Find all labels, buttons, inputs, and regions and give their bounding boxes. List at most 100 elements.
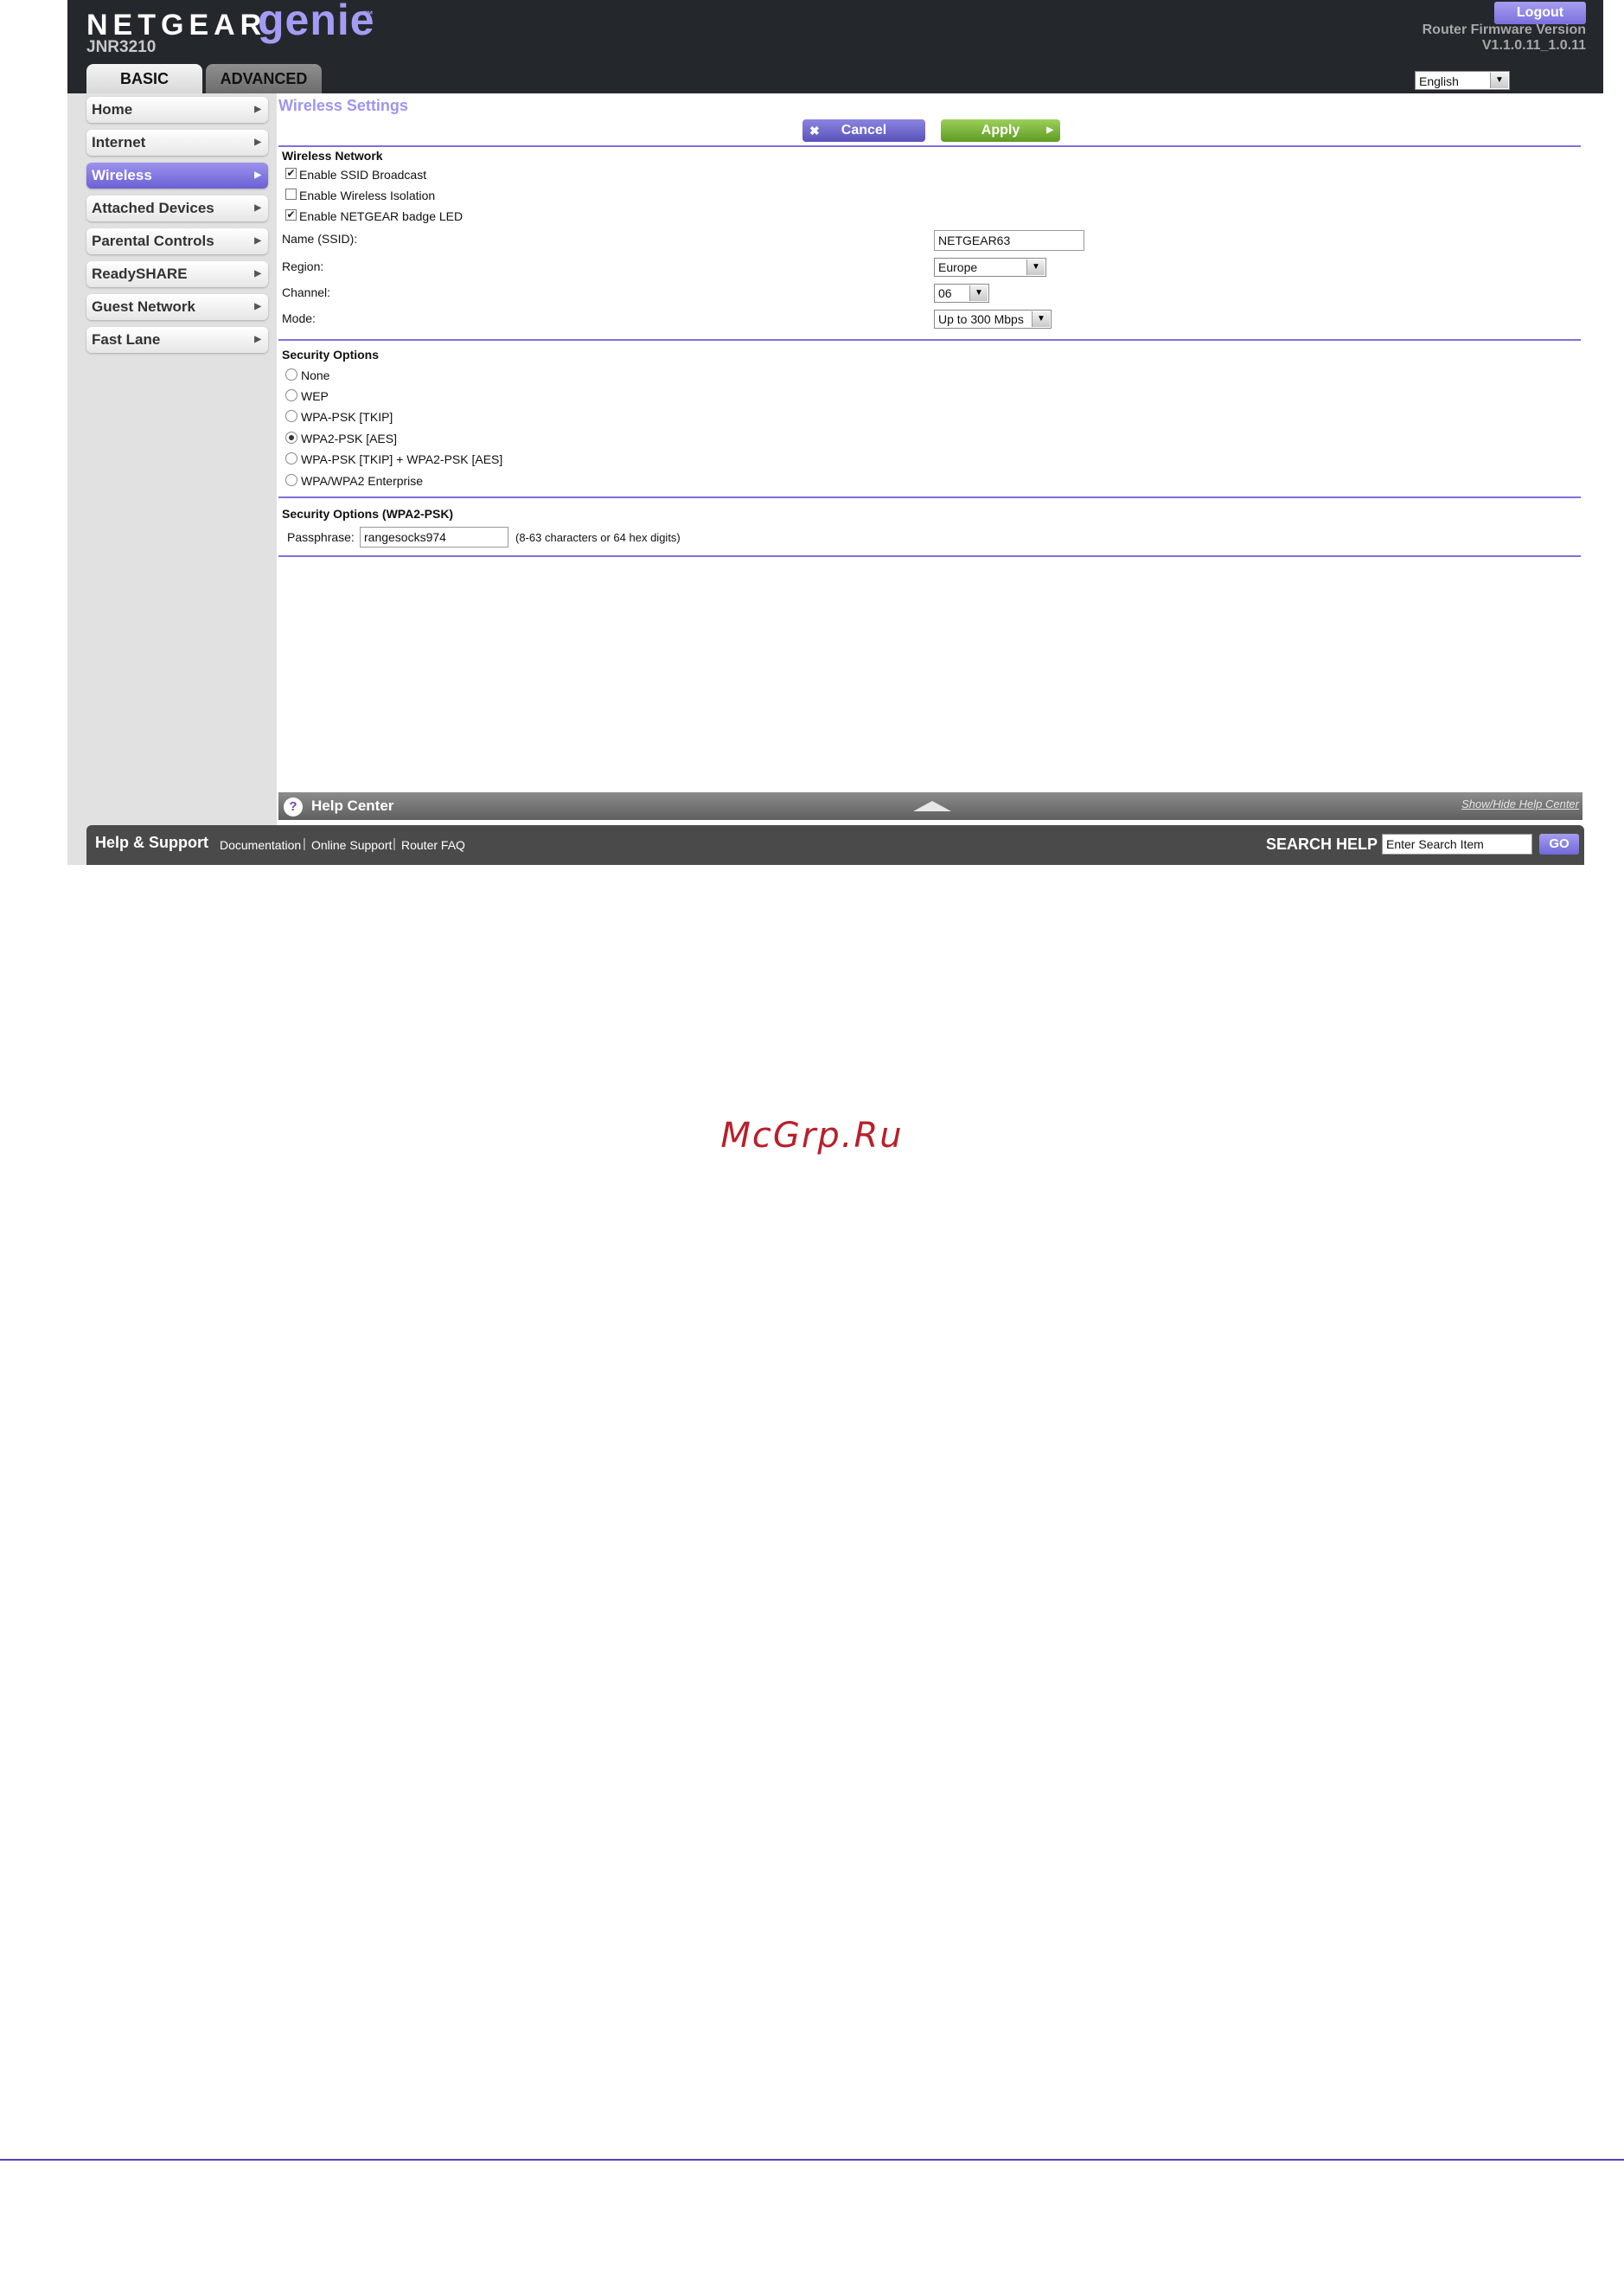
header: NETGEAR genie ™ JNR3210 BASIC ADVANCED L… — [67, 0, 1603, 93]
security-wpa-psk-tkip-label: WPA-PSK [TKIP] — [301, 410, 393, 424]
region-value: Europe — [938, 260, 978, 274]
channel-value: 06 — [938, 286, 952, 300]
wireless-network-title: Wireless Network — [282, 149, 383, 163]
security-enterprise-radio[interactable] — [285, 474, 297, 486]
sidebar-item-label: Internet — [92, 134, 146, 151]
ssid-broadcast-checkbox[interactable]: ✔ — [285, 168, 297, 179]
security-wpa2-psk-aes-label: WPA2-PSK [AES] — [301, 432, 397, 445]
sidebar-item-label: Guest Network — [92, 298, 195, 315]
documentation-link[interactable]: Documentation — [220, 838, 301, 852]
section-divider — [278, 555, 1581, 557]
logout-button[interactable]: Logout — [1494, 2, 1586, 24]
sidebar-item-home[interactable]: Home ▶ — [86, 97, 268, 123]
arrow-right-icon: ▶ — [254, 105, 261, 114]
apply-label: Apply — [981, 123, 1020, 138]
section-divider — [278, 496, 1581, 498]
channel-select[interactable]: 06 ▼ — [934, 284, 989, 303]
security-wpa-wpa2-mixed-radio[interactable] — [285, 452, 297, 464]
mode-value: Up to 300 Mbps — [938, 312, 1024, 326]
security-enterprise-label: WPA/WPA2 Enterprise — [301, 474, 424, 488]
tab-basic[interactable]: BASIC — [86, 64, 202, 93]
wireless-isolation-checkbox[interactable] — [285, 189, 297, 200]
security-wpa2-psk-aes-radio[interactable] — [285, 432, 297, 444]
sidebar-item-label: ReadySHARE — [92, 266, 188, 282]
passphrase-hint: (8-63 characters or 64 hex digits) — [515, 531, 681, 544]
search-help-label: SEARCH HELP — [1266, 836, 1378, 853]
language-value: English — [1419, 74, 1459, 88]
chevron-up-icon[interactable] — [913, 801, 951, 811]
channel-label: Channel: — [282, 285, 331, 299]
firmware-label: Router Firmware Version — [1422, 22, 1586, 37]
language-select[interactable]: English ▼ — [1415, 71, 1510, 90]
router-faq-link[interactable]: Router FAQ — [401, 838, 465, 852]
sidebar-item-readyshare[interactable]: ReadySHARE ▶ — [86, 261, 268, 287]
router-admin-window: NETGEAR genie ™ JNR3210 BASIC ADVANCED L… — [67, 0, 1603, 865]
sidebar-item-label: Home — [92, 101, 133, 118]
help-center-bar[interactable]: ? Help Center Show/Hide Help Center — [278, 792, 1582, 820]
trademark-mark: ™ — [363, 9, 374, 21]
ssid-input[interactable]: NETGEAR63 — [934, 230, 1084, 251]
sidebar-item-label: Parental Controls — [92, 233, 214, 249]
badge-led-label: Enable NETGEAR badge LED — [299, 209, 464, 223]
arrow-right-icon: ▶ — [254, 236, 261, 246]
passphrase-input[interactable]: rangesocks974 — [360, 527, 508, 548]
arrow-right-icon: ▶ — [254, 170, 261, 180]
sidebar-item-parental-controls[interactable]: Parental Controls ▶ — [86, 228, 268, 254]
arrow-right-icon: ▶ — [1046, 125, 1053, 135]
sidebar-item-internet[interactable]: Internet ▶ — [86, 130, 268, 156]
security-none-radio[interactable] — [285, 368, 297, 381]
section-divider — [278, 339, 1581, 341]
chevron-down-icon[interactable]: ▼ — [969, 285, 988, 301]
chevron-down-icon[interactable]: ▼ — [1490, 73, 1508, 88]
page-title: Wireless Settings — [278, 97, 408, 114]
cancel-button[interactable]: ✖ Cancel — [802, 119, 925, 142]
genie-logo: genie — [258, 0, 375, 44]
security-wpa-psk-tkip-radio[interactable] — [285, 410, 297, 422]
wpa2-psk-title: Security Options (WPA2-PSK) — [282, 507, 454, 521]
sidebar-item-label: Wireless — [92, 167, 152, 183]
arrow-right-icon: ▶ — [254, 203, 261, 213]
ssid-broadcast-label: Enable SSID Broadcast — [299, 168, 427, 182]
show-hide-help-link[interactable]: Show/Hide Help Center — [1461, 797, 1579, 810]
online-support-link[interactable]: Online Support — [311, 838, 392, 852]
sidebar-item-fast-lane[interactable]: Fast Lane ▶ — [86, 327, 268, 353]
section-divider — [278, 145, 1581, 147]
arrow-right-icon: ▶ — [254, 335, 261, 344]
search-help-input[interactable]: Enter Search Item — [1382, 834, 1532, 855]
security-options-title: Security Options — [282, 348, 380, 362]
footer-title: Help & Support — [95, 834, 208, 851]
mode-select[interactable]: Up to 300 Mbps ▼ — [934, 310, 1052, 329]
sidebar-item-label: Fast Lane — [92, 331, 161, 348]
arrow-right-icon: ▶ — [254, 269, 261, 279]
arrow-right-icon: ▶ — [254, 302, 261, 311]
chevron-down-icon[interactable]: ▼ — [1026, 259, 1045, 275]
footer-separator: | — [393, 836, 396, 851]
sidebar-item-attached-devices[interactable]: Attached Devices ▶ — [86, 195, 268, 221]
help-center-title: Help Center — [311, 797, 394, 814]
chevron-down-icon[interactable]: ▼ — [1032, 311, 1050, 327]
search-go-button[interactable]: GO — [1539, 834, 1579, 855]
ssid-label: Name (SSID): — [282, 232, 358, 246]
cancel-label: Cancel — [841, 123, 887, 138]
wireless-settings-panel: Wireless Settings ✖ Cancel Apply ▶ Wirel… — [278, 97, 1582, 820]
router-model: JNR3210 — [86, 38, 157, 56]
arrow-right-icon: ▶ — [254, 138, 261, 147]
region-label: Region: — [282, 259, 324, 273]
tab-advanced[interactable]: ADVANCED — [206, 64, 322, 93]
region-select[interactable]: Europe ▼ — [934, 258, 1046, 277]
firmware-version: V1.1.0.11_1.0.11 — [1481, 38, 1586, 53]
security-wep-radio[interactable] — [285, 389, 297, 401]
badge-led-checkbox[interactable]: ✔ — [285, 209, 297, 221]
sidebar-item-label: Attached Devices — [92, 200, 214, 216]
check-icon: ✔ — [286, 167, 296, 179]
page-bottom-rule — [0, 2159, 1624, 2161]
footer-separator: | — [303, 836, 306, 851]
passphrase-label: Passphrase: — [287, 530, 355, 544]
sidebar-item-wireless[interactable]: Wireless ▶ — [86, 163, 268, 189]
help-icon: ? — [284, 797, 303, 817]
wireless-isolation-label: Enable Wireless Isolation — [299, 189, 436, 202]
sidebar-item-guest-network[interactable]: Guest Network ▶ — [86, 294, 268, 320]
apply-button[interactable]: Apply ▶ — [941, 119, 1060, 142]
sidebar: Home ▶ Internet ▶ Wireless ▶ Attached De… — [67, 93, 277, 865]
close-icon: ✖ — [809, 124, 820, 138]
